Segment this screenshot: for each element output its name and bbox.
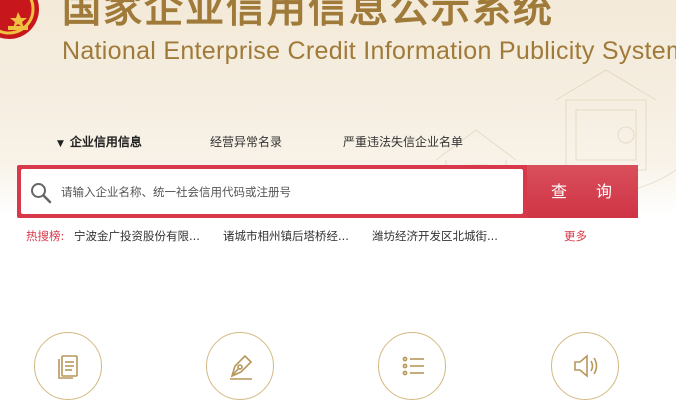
nav-serious-violations[interactable]: 严重违法失信企业名单 (343, 133, 463, 151)
nav-abnormal-operations[interactable]: 经营异常名录 (210, 133, 282, 151)
search-icon (31, 183, 52, 204)
caret-down-icon: ▼ (57, 139, 64, 149)
hot-search-more-link[interactable]: 更多 (564, 228, 587, 244)
national-emblem-icon (0, 0, 39, 39)
search-bar: 查 询 (17, 165, 638, 218)
nav-enterprise-credit-info[interactable]: ▼ 企业信用信息 (57, 133, 142, 151)
hot-search-link[interactable]: 诸城市相州镇后塔桥经... (223, 228, 349, 244)
hot-search-link[interactable]: 潍坊经济开发区北城街... (372, 228, 498, 244)
feature-list-button[interactable] (378, 332, 446, 400)
list-icon (402, 356, 424, 376)
search-input[interactable] (61, 178, 511, 206)
feature-pen-button[interactable] (206, 332, 274, 400)
speaker-icon (574, 354, 598, 378)
document-icon (58, 355, 78, 379)
feature-announcement-button[interactable] (551, 332, 619, 400)
nav-label: 企业信用信息 (69, 135, 142, 149)
search-box (21, 169, 523, 214)
feature-document-button[interactable] (34, 332, 102, 400)
hot-search-label: 热搜榜: (26, 229, 65, 243)
hot-search-link[interactable]: 宁波金广投资股份有限... (74, 228, 200, 244)
site-title-english: National Enterprise Credit Information P… (62, 37, 676, 65)
site-title-chinese: 国家企业信用信息公示系统 (62, 0, 555, 32)
pen-icon (230, 354, 253, 380)
search-button[interactable]: 查 询 (527, 165, 638, 218)
